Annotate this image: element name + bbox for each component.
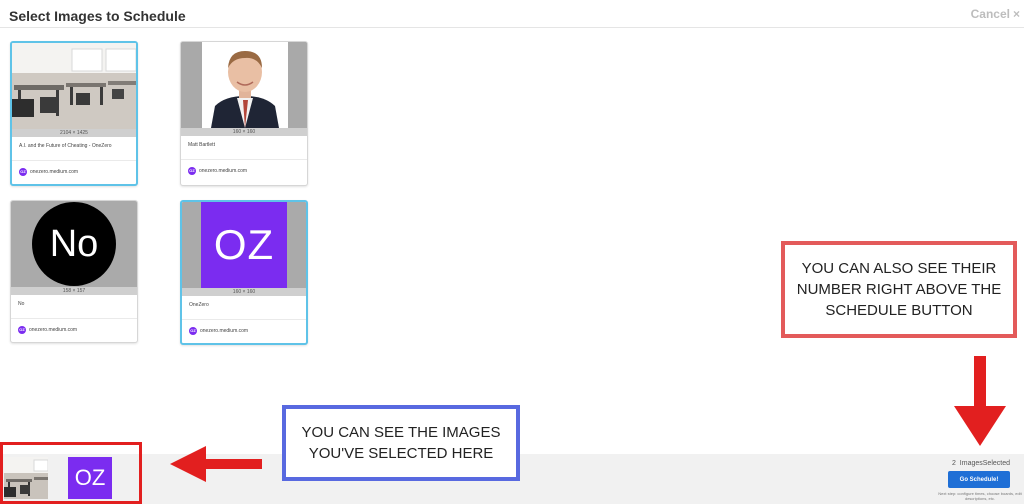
domain-text: onezero.medium.com <box>29 327 78 333</box>
no-logo-text: No <box>49 222 99 265</box>
domain-text: onezero.medium.com <box>199 168 248 174</box>
onezero-favicon-icon: OZ <box>188 167 196 175</box>
arrow-down-icon <box>954 356 1006 446</box>
image-caption: A.I. and the Future of Cheating - OneZer… <box>12 137 136 161</box>
cancel-label: Cancel <box>970 7 1010 21</box>
page-title: Select Images to Schedule <box>9 8 186 24</box>
images-selected-count: 2 ImagesSelected <box>952 460 1010 467</box>
oz-logo-square: OZ <box>201 202 287 288</box>
source-domain: OZ onezero.medium.com <box>11 319 137 341</box>
selected-count-number: 2 <box>952 460 956 467</box>
image-dimensions: 2104 × 1425 <box>12 129 136 137</box>
annotation-count-note: YOU CAN ALSO SEE THEIR NUMBER RIGHT ABOV… <box>781 241 1017 338</box>
domain-text: onezero.medium.com <box>200 328 249 334</box>
onezero-favicon-icon: OZ <box>19 168 27 176</box>
annotation-selected-note: YOU CAN SEE THE IMAGES YOU'VE SELECTED H… <box>282 405 520 481</box>
no-logo-thumbnail: No <box>11 201 137 287</box>
modal-header: Select Images to Schedule Cancel × <box>0 0 1024 28</box>
image-caption: OneZero <box>182 296 306 320</box>
image-caption: Matt Bartlett <box>181 136 307 160</box>
annotation-selected-text: YOU CAN SEE THE IMAGES YOU'VE SELECTED H… <box>301 424 501 462</box>
image-card-portrait[interactable]: 160 × 160 Matt Bartlett OZ onezero.mediu… <box>180 41 308 186</box>
portrait-thumbnail <box>181 42 307 128</box>
onezero-favicon-icon: OZ <box>18 326 26 334</box>
classroom-photo-icon <box>12 43 136 129</box>
source-domain: OZ onezero.medium.com <box>12 161 136 183</box>
image-card-classroom[interactable]: 2104 × 1425 A.I. and the Future of Cheat… <box>10 41 138 186</box>
annotation-count-text: YOU CAN ALSO SEE THEIR NUMBER RIGHT ABOV… <box>796 260 1002 319</box>
image-card-no-logo[interactable]: No 158 × 157 No OZ onezero.medium.com <box>10 200 138 343</box>
image-dimensions: 160 × 160 <box>181 128 307 136</box>
oz-logo-thumbnail: OZ <box>182 202 306 288</box>
no-logo-circle: No <box>32 202 116 286</box>
image-card-oz-logo[interactable]: OZ 160 × 160 OneZero OZ onezero.medium.c… <box>180 200 308 345</box>
selected-count-label: ImagesSelected <box>959 460 1010 467</box>
portrait-photo-icon <box>181 42 307 128</box>
next-step-hint: Next step: configure times, choose board… <box>938 491 1022 501</box>
source-domain: OZ onezero.medium.com <box>182 320 306 342</box>
image-dimensions: 160 × 160 <box>182 288 306 296</box>
oz-logo-text: OZ <box>213 221 275 268</box>
cancel-button[interactable]: Cancel × <box>971 7 1020 21</box>
close-icon[interactable]: × <box>1013 7 1020 21</box>
source-domain: OZ onezero.medium.com <box>181 160 307 182</box>
image-dimensions: 158 × 157 <box>11 287 137 295</box>
image-caption: No <box>11 295 137 319</box>
onezero-favicon-icon: OZ <box>189 327 197 335</box>
classroom-thumbnail <box>12 43 136 129</box>
go-schedule-button[interactable]: Go Schedule! <box>948 471 1010 488</box>
domain-text: onezero.medium.com <box>30 169 79 175</box>
selected-images-highlight <box>0 442 142 504</box>
